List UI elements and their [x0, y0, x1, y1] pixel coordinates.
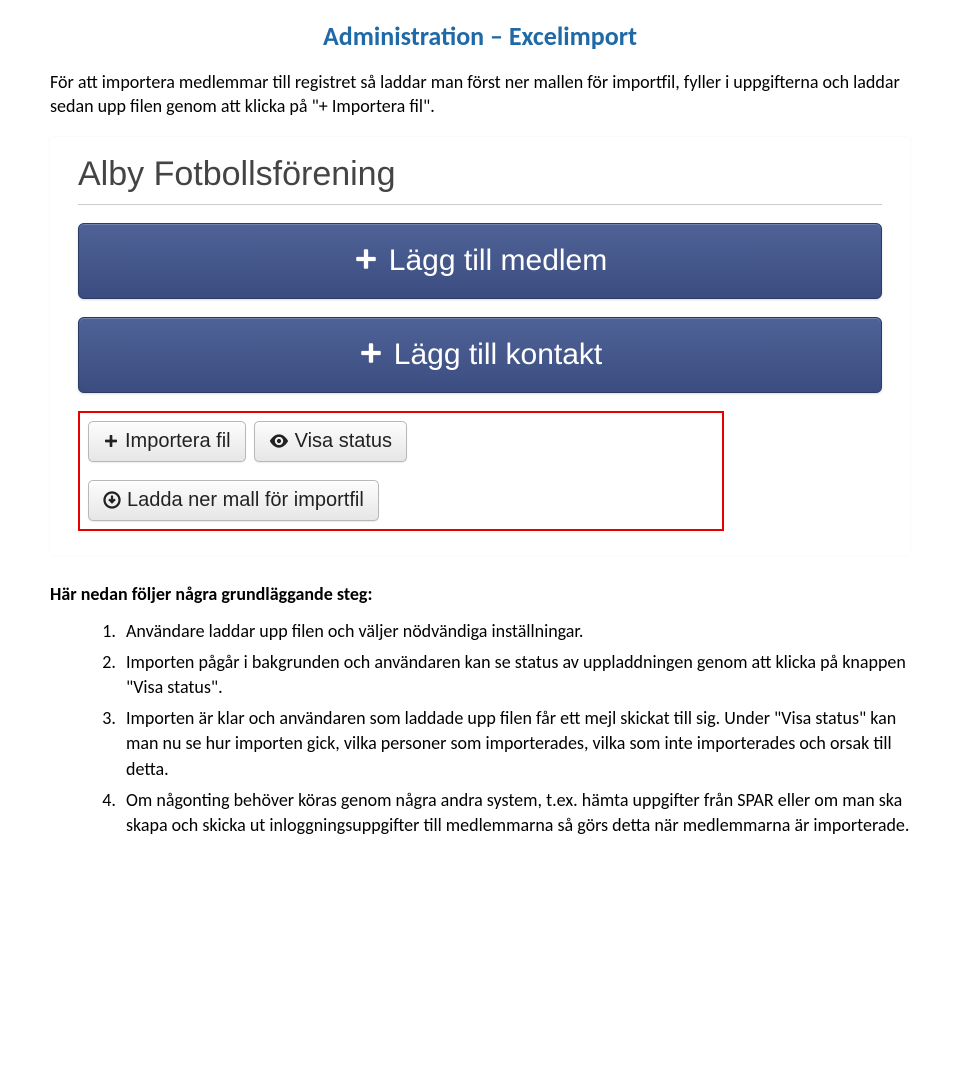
show-status-button[interactable]: Visa status — [254, 421, 407, 462]
step-item: Importen pågår i bakgrunden och användar… — [120, 650, 910, 700]
step-item: Användare laddar upp filen och väljer nö… — [120, 619, 910, 644]
plus-icon — [358, 340, 384, 366]
add-member-label: Lägg till medlem — [389, 244, 607, 277]
import-file-label: Importera fil — [125, 430, 231, 453]
plus-icon — [103, 433, 119, 449]
step-item: Om någonting behöver köras genom några a… — [120, 788, 910, 838]
add-member-button[interactable]: Lägg till medlem — [78, 223, 882, 299]
import-file-button[interactable]: Importera fil — [88, 421, 246, 462]
add-contact-label: Lägg till kontakt — [394, 338, 602, 371]
steps-list: Användare laddar upp filen och väljer nö… — [50, 619, 910, 839]
download-template-label: Ladda ner mall för importfil — [127, 489, 364, 512]
show-status-label: Visa status — [295, 430, 392, 453]
download-template-button[interactable]: Ladda ner mall för importfil — [88, 480, 379, 521]
highlighted-button-group: Importera fil Visa status Ladda ner mall… — [78, 411, 724, 531]
eye-icon — [269, 433, 289, 449]
screenshot-panel: Alby Fotbollsförening Lägg till medlem L… — [50, 137, 910, 555]
org-name: Alby Fotbollsförening — [78, 155, 882, 204]
add-contact-button[interactable]: Lägg till kontakt — [78, 317, 882, 393]
step-item: Importen är klar och användaren som ladd… — [120, 706, 910, 782]
download-icon — [103, 491, 121, 509]
divider — [78, 204, 882, 205]
page-title: Administration – Excelimport — [50, 20, 910, 52]
plus-icon — [353, 246, 379, 272]
steps-lead: Här nedan följer några grundläggande ste… — [50, 583, 910, 605]
intro-paragraph: För att importera medlemmar till registr… — [50, 70, 910, 119]
